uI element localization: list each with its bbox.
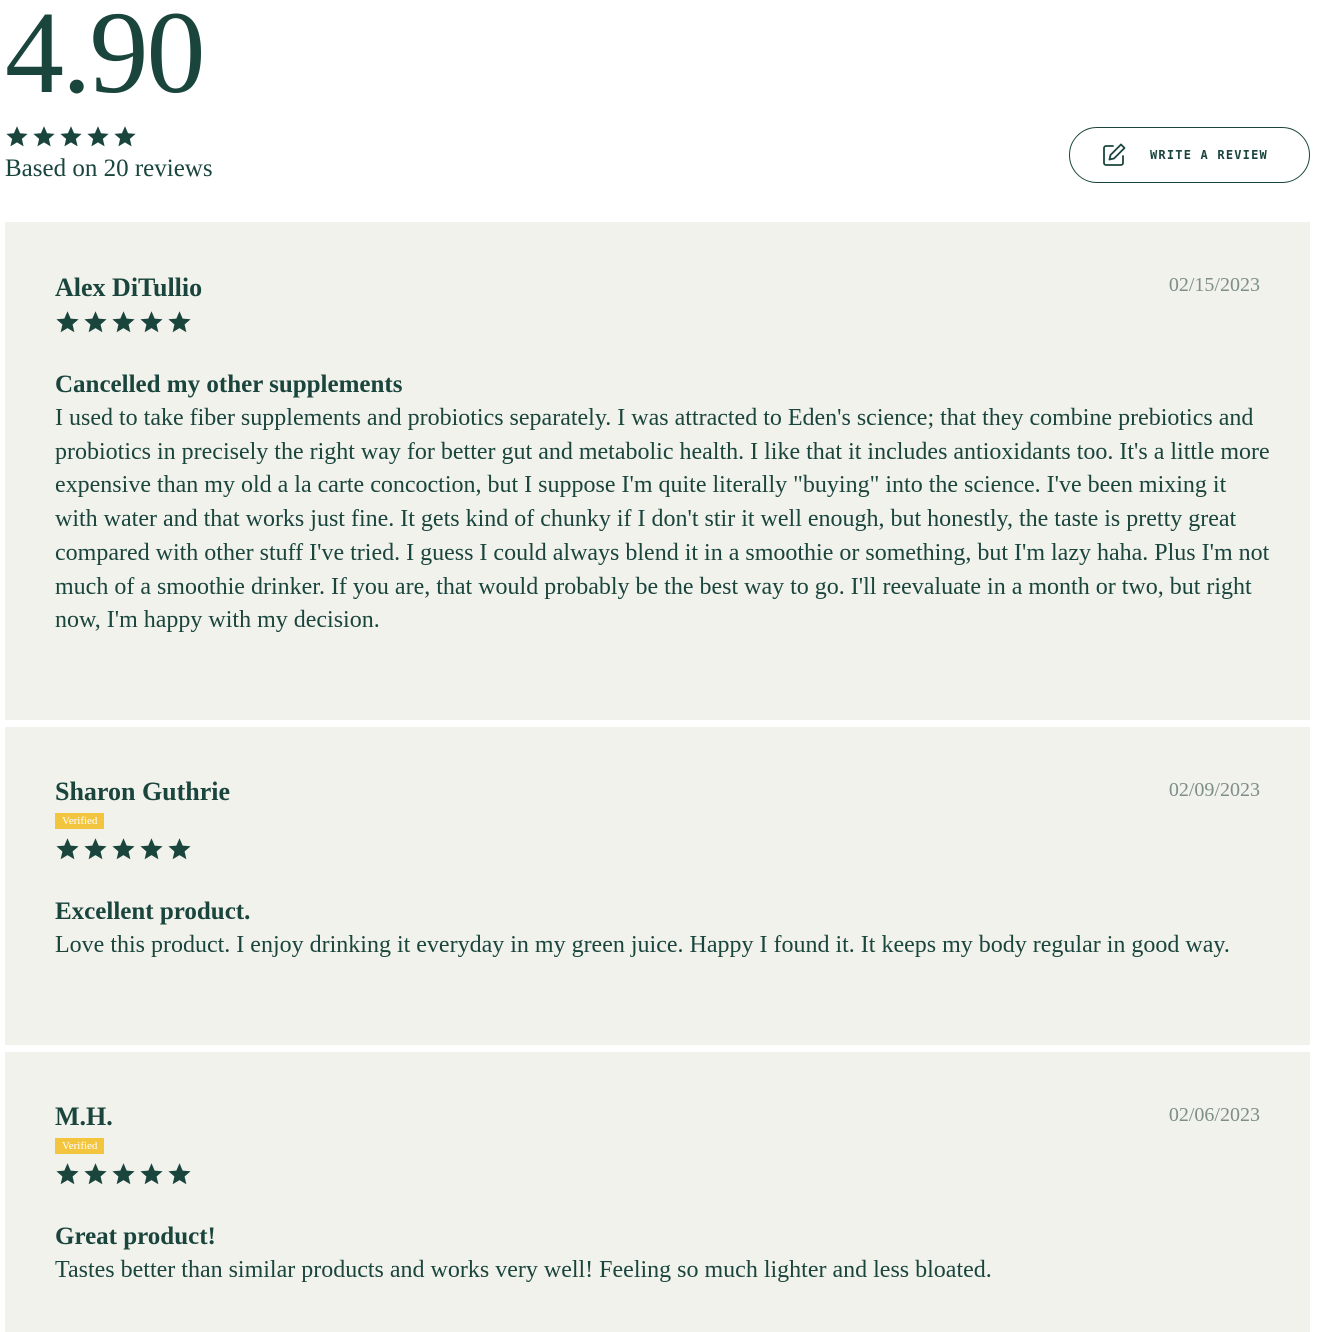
review-card: Alex DiTullio 02/15/2023 Cancelled my ot… xyxy=(5,222,1310,720)
review-author: Alex DiTullio xyxy=(55,273,203,302)
review-card: Sharon Guthrie 02/09/2023 Verified Excel… xyxy=(5,727,1310,1045)
review-count: Based on 20 reviews xyxy=(5,155,213,182)
star-icon xyxy=(167,1162,192,1187)
review-date: 02/09/2023 xyxy=(1168,779,1260,801)
review-title: Cancelled my other supplements xyxy=(55,371,403,398)
star-icon xyxy=(111,837,136,862)
star-icon xyxy=(139,837,164,862)
review-body: Love this product. I enjoy drinking it e… xyxy=(55,932,1230,958)
star-icon xyxy=(167,837,192,862)
star-icon xyxy=(5,125,29,149)
star-icon xyxy=(55,310,80,335)
average-rating: 4.90 xyxy=(5,0,205,118)
review-stars xyxy=(55,837,192,862)
review-title: Excellent product. xyxy=(55,898,251,925)
verified-badge: Verified xyxy=(55,1138,105,1154)
star-icon xyxy=(86,125,110,149)
star-icon xyxy=(55,837,80,862)
star-icon xyxy=(139,310,164,335)
review-body: I used to take fiber supplements and pro… xyxy=(55,405,1270,634)
review-title: Great product! xyxy=(55,1223,216,1250)
review-card: M.H. 02/06/2023 Verified Great product! … xyxy=(5,1052,1310,1332)
star-icon xyxy=(111,1162,136,1187)
star-icon xyxy=(83,837,108,862)
review-date: 02/15/2023 xyxy=(1168,274,1260,296)
star-icon xyxy=(59,125,83,149)
review-stars xyxy=(55,310,192,335)
star-icon xyxy=(113,125,137,149)
edit-pen-icon xyxy=(1103,143,1126,166)
rating-summary: 4.90 Based on 20 reviews WRITE A REVIEW xyxy=(5,0,1310,200)
review-body: Tastes better than similar products and … xyxy=(55,1257,992,1283)
write-review-button[interactable]: WRITE A REVIEW xyxy=(1069,127,1310,183)
review-date: 02/06/2023 xyxy=(1168,1104,1260,1126)
star-icon xyxy=(32,125,56,149)
star-icon xyxy=(111,310,136,335)
review-author: Sharon Guthrie xyxy=(55,777,231,806)
star-icon xyxy=(167,310,192,335)
star-icon xyxy=(139,1162,164,1187)
verified-badge: Verified xyxy=(55,813,105,829)
average-stars xyxy=(5,125,137,149)
write-review-label: WRITE A REVIEW xyxy=(1150,148,1268,162)
review-stars xyxy=(55,1162,192,1187)
review-author: M.H. xyxy=(55,1102,113,1131)
star-icon xyxy=(83,1162,108,1187)
star-icon xyxy=(55,1162,80,1187)
star-icon xyxy=(83,310,108,335)
